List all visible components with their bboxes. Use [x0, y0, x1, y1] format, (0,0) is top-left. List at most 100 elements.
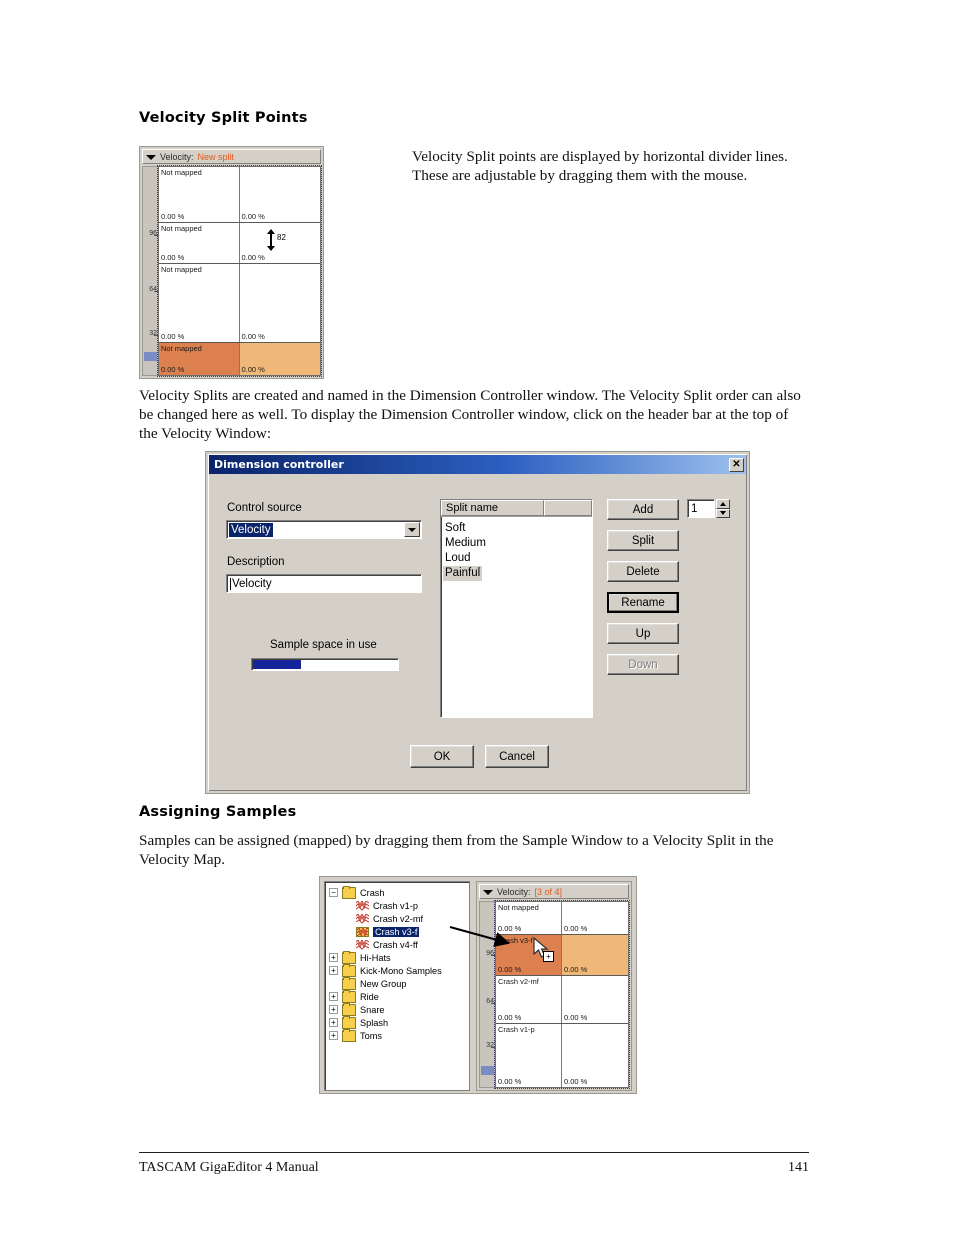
table-row[interactable]: Crash v2-mf 0.00 % 0.00 % — [496, 976, 628, 1024]
cell-percent: 0.00 % — [241, 212, 265, 221]
velocity-cell-right[interactable]: 0.00 % — [240, 264, 321, 342]
stepper-arrows[interactable] — [716, 499, 730, 518]
expand-icon[interactable]: + — [329, 1005, 338, 1014]
sample-space-label: Sample space in use — [270, 639, 377, 651]
expand-icon[interactable]: + — [329, 992, 338, 1001]
expand-icon[interactable]: + — [329, 966, 338, 975]
folder-icon — [342, 1002, 356, 1016]
waveform-icon — [356, 939, 369, 950]
collapse-icon[interactable]: − — [329, 888, 338, 897]
up-button[interactable]: Up — [607, 623, 679, 644]
delete-button[interactable]: Delete — [607, 561, 679, 582]
tree-item-label: Crash v3-f — [373, 926, 420, 937]
velocity-cell-right[interactable]: 0.00 % — [562, 935, 628, 975]
tree-item-label: Splash — [360, 1017, 389, 1028]
velocity-cell-left[interactable]: Crash v1-p 0.00 % — [496, 1024, 562, 1087]
velocity-cell-left[interactable]: Not mapped 0.00 % — [496, 902, 562, 934]
cell-percent: 0.00 % — [498, 1013, 522, 1022]
velocity-window-status: New split — [197, 151, 235, 162]
tree-item[interactable]: New Group — [329, 976, 469, 990]
cell-percent: 0.00 % — [161, 212, 185, 221]
cell-percent: 0.00 % — [161, 365, 185, 374]
description-value: Velocity — [232, 577, 272, 590]
list-item[interactable]: Loud — [443, 548, 592, 564]
velocity-cell-right[interactable]: 0.00 % — [240, 167, 321, 222]
split-drag-cursor-icon[interactable] — [266, 229, 276, 251]
folder-icon — [342, 963, 356, 977]
expand-icon[interactable]: + — [329, 953, 338, 962]
rename-button[interactable]: Rename — [607, 592, 679, 613]
waveform-icon — [356, 913, 369, 924]
sample-window-tree[interactable]: − Crash Crash v1-p Crash v2-mf Crash v3-f Cra… — [324, 881, 470, 1091]
table-row[interactable]: Not mapped 0.00 % 0.00 % — [159, 223, 320, 264]
velocity-split-grid[interactable]: Not mapped 0.00 % 0.00 % Crash v3-f 0.00… — [494, 900, 630, 1089]
tree-item[interactable]: Crash v3-f — [329, 925, 469, 938]
velocity-cell-right[interactable]: 0.00 % — [239, 343, 320, 375]
table-row[interactable]: Not mapped 0.00 % 0.00 % — [159, 264, 320, 343]
velocity-window-top-screenshot: Velocity: New split 96 64 32 Not mapped … — [139, 146, 324, 379]
add-button[interactable]: Add — [607, 499, 679, 520]
control-source-label: Control source — [227, 502, 302, 514]
control-source-select[interactable]: Velocity — [226, 520, 422, 539]
cell-percent: 0.00 % — [241, 365, 265, 374]
cancel-button[interactable]: Cancel — [485, 745, 549, 768]
control-source-value: Velocity — [229, 522, 273, 537]
velocity-cell-right[interactable]: 0.00 % — [562, 902, 628, 934]
playback-marker[interactable] — [144, 352, 157, 361]
tree-item[interactable]: + Splash — [329, 1015, 469, 1029]
velocity-cell-left[interactable]: Not mapped 0.00 % — [159, 167, 240, 222]
tree-item[interactable]: Crash v1-p — [329, 899, 469, 912]
tree-item[interactable]: Crash v4-ff — [329, 938, 469, 951]
dialog-title-bar[interactable]: Dimension controller ✕ — [209, 455, 746, 474]
velocity-cell-left[interactable]: Crash v2-mf 0.00 % — [496, 976, 562, 1023]
tree-item[interactable]: + Ride — [329, 989, 469, 1003]
velocity-cell-left[interactable]: Not mapped 0.00 % — [159, 264, 240, 342]
drop-plus-badge: + — [543, 951, 554, 962]
chevron-down-icon[interactable] — [404, 522, 420, 537]
tree-line-icon — [343, 901, 352, 910]
velocity-split-grid[interactable]: Not mapped 0.00 % 0.00 % Not mapped 0.00… — [157, 165, 322, 377]
footer-manual-title: TASCAM GigaEditor 4 Manual — [139, 1160, 319, 1175]
table-row[interactable]: Not mapped 0.00 % 0.00 % — [159, 343, 320, 375]
split-button[interactable]: Split — [607, 530, 679, 551]
velocity-cell-right[interactable]: 0.00 % — [240, 223, 321, 263]
velocity-cell-left[interactable]: Not mapped 0.00 % — [159, 343, 240, 375]
expand-icon[interactable]: + — [329, 1018, 338, 1027]
velocity-axis: 96 64 32 — [142, 166, 158, 376]
table-row[interactable]: Crash v3-f 0.00 % 0.00 % — [496, 935, 628, 976]
cell-percent: 0.00 % — [241, 332, 265, 341]
list-item[interactable]: Soft — [443, 518, 592, 534]
column-header-split-name[interactable]: Split name — [441, 500, 544, 516]
velocity-cell-right[interactable]: 0.00 % — [562, 1024, 628, 1087]
tree-item-label: Snare — [360, 1004, 385, 1015]
tree-item[interactable]: + Kick-Mono Samples — [329, 963, 469, 977]
table-row[interactable]: Not mapped 0.00 % 0.00 % — [159, 167, 320, 223]
add-count-stepper[interactable]: 1 — [687, 499, 730, 518]
table-row[interactable]: Crash v1-p 0.00 % 0.00 % — [496, 1024, 628, 1087]
list-item[interactable]: Painful — [443, 563, 592, 581]
velocity-cell-right[interactable]: 0.00 % — [562, 976, 628, 1023]
velocity-cell-left[interactable]: Not mapped 0.00 % — [159, 223, 240, 263]
tree-item[interactable]: − Crash — [329, 885, 469, 899]
stepper-down-icon[interactable] — [716, 508, 730, 518]
description-field[interactable]: Velocity — [226, 574, 422, 593]
table-row[interactable]: Not mapped 0.00 % 0.00 % — [496, 902, 628, 935]
velocity-window-header-bar[interactable]: Velocity: New split — [142, 149, 321, 164]
list-item[interactable]: Medium — [443, 533, 592, 549]
velocity-window-header-bar[interactable]: Velocity: [3 of 4] — [479, 884, 629, 899]
tree-item[interactable]: + Snare — [329, 1002, 469, 1016]
cell-percent: 0.00 % — [241, 253, 265, 262]
split-name[interactable]: Painful — [443, 566, 483, 581]
tree-item[interactable]: + Toms — [329, 1028, 469, 1042]
column-header-spacer[interactable] — [544, 500, 592, 516]
stepper-up-icon[interactable] — [716, 499, 730, 509]
tree-item[interactable]: + Hi-Hats — [329, 950, 469, 964]
expand-icon[interactable]: + — [329, 1031, 338, 1040]
ok-button[interactable]: OK — [410, 745, 474, 768]
playback-marker[interactable] — [481, 1066, 494, 1075]
split-name-list[interactable]: Split name Soft Medium Loud Painful — [440, 499, 593, 718]
tree-item[interactable]: Crash v2-mf — [329, 912, 469, 925]
close-icon[interactable]: ✕ — [729, 457, 744, 472]
add-count-value[interactable]: 1 — [687, 499, 715, 518]
sample-space-progress — [251, 658, 399, 671]
